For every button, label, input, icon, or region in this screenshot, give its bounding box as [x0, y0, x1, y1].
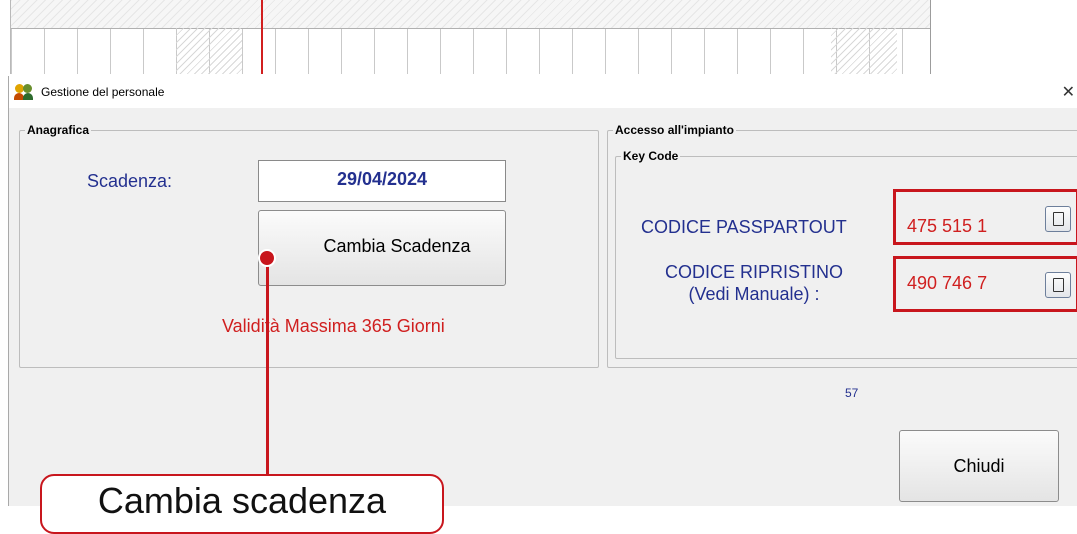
ripristino-code: 490 746 7 [907, 273, 988, 293]
personnel-dialog: Gestione del personale ✕ Anagrafica Scad… [8, 76, 1077, 506]
cambia-scadenza-button[interactable]: Cambia Scadenza [258, 210, 506, 286]
dialog-title: Gestione del personale [41, 85, 165, 99]
scadenza-label: Scadenza: [87, 171, 173, 191]
grid-hatch [176, 28, 242, 74]
chiudi-label: Chiudi [953, 455, 1005, 476]
background-panel [930, 0, 1077, 74]
grid-hatch [831, 28, 897, 74]
accesso-legend: Accesso all'impianto [615, 123, 734, 137]
ripristino-label-line1: CODICE RIPRISTINO [664, 262, 843, 282]
annotation-callout: Cambia scadenza [40, 474, 444, 534]
copy-passpartout-button[interactable] [1045, 206, 1071, 232]
copy-ripristino-button[interactable] [1045, 272, 1071, 298]
ripristino-label: CODICE RIPRISTINO (Vedi Manuale) : [639, 261, 869, 305]
grid-rows [11, 28, 930, 74]
passpartout-label: CODICE PASSPARTOUT [641, 217, 847, 237]
current-time-marker [261, 0, 263, 74]
keycode-legend: Key Code [623, 149, 679, 163]
scadenza-date-field[interactable]: 29/04/2024 [258, 160, 506, 202]
ripristino-label-line2: (Vedi Manuale) : [688, 284, 820, 304]
annotation-pointer-line [266, 260, 269, 475]
dialog-titlebar: Gestione del personale ✕ [9, 76, 1077, 108]
copy-icon [1053, 212, 1064, 226]
annotation-pointer-dot [258, 249, 276, 267]
cambia-scadenza-label: Cambia Scadenza [323, 235, 471, 256]
users-icon [14, 84, 35, 100]
anagrafica-legend: Anagrafica [27, 123, 90, 137]
copy-icon [1053, 278, 1064, 292]
validita-text: Validità Massima 365 Giorni [222, 316, 445, 336]
close-icon[interactable]: ✕ [1062, 82, 1075, 102]
passpartout-code: 475 515 1 [907, 216, 988, 236]
background-schedule-grid [10, 0, 930, 74]
chiudi-button[interactable]: Chiudi [899, 430, 1059, 502]
record-counter: 57 [845, 386, 859, 400]
keycode-group: Key Code [615, 149, 1077, 359]
